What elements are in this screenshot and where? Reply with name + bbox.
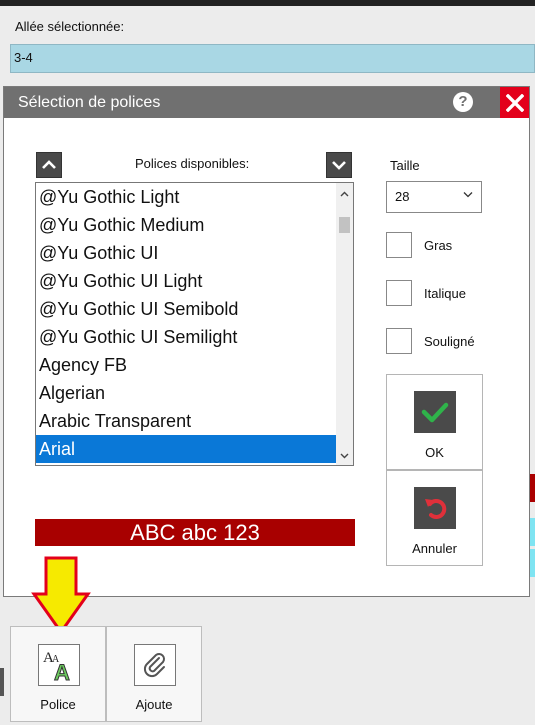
attach-button[interactable]: Ajoute bbox=[106, 626, 202, 722]
app-top-bar bbox=[0, 0, 535, 6]
font-list-scrollbar[interactable] bbox=[336, 183, 353, 465]
chevron-down-icon bbox=[340, 453, 349, 458]
help-icon[interactable]: ? bbox=[453, 92, 473, 112]
arrow-down-icon bbox=[31, 556, 91, 635]
font-list-items: @Yu Gothic Light @Yu Gothic Medium @Yu G… bbox=[36, 183, 336, 463]
paperclip-icon bbox=[134, 644, 176, 686]
font-list-item[interactable]: @Yu Gothic Light bbox=[36, 183, 336, 211]
font-list[interactable]: @Yu Gothic Light @Yu Gothic Medium @Yu G… bbox=[35, 182, 354, 466]
dialog-titlebar: Sélection de polices ? bbox=[4, 87, 529, 118]
cancel-button[interactable]: Annuler bbox=[386, 470, 483, 566]
scroll-up-button[interactable] bbox=[36, 152, 62, 178]
chevron-up-icon bbox=[340, 191, 349, 196]
close-icon bbox=[505, 93, 524, 112]
chevron-down-icon bbox=[463, 192, 473, 198]
aisle-field[interactable]: 3-4 bbox=[10, 44, 535, 73]
font-list-item[interactable]: @Yu Gothic UI Semilight bbox=[36, 323, 336, 351]
undo-icon bbox=[414, 487, 456, 529]
italic-checkbox[interactable] bbox=[386, 280, 412, 306]
ok-label: OK bbox=[425, 445, 444, 460]
scroll-down-button[interactable] bbox=[326, 152, 352, 178]
scrollbar-thumb[interactable] bbox=[339, 217, 350, 233]
font-list-item[interactable]: @Yu Gothic UI Light bbox=[36, 267, 336, 295]
underline-label: Souligné bbox=[424, 334, 475, 349]
aisle-label: Allée sélectionnée: bbox=[15, 19, 125, 34]
size-label: Taille bbox=[390, 158, 420, 173]
ok-button[interactable]: OK bbox=[386, 374, 483, 470]
font-list-item[interactable]: @Yu Gothic UI Semibold bbox=[36, 295, 336, 323]
italic-label: Italique bbox=[424, 286, 466, 301]
dialog-title: Sélection de polices bbox=[18, 94, 161, 111]
font-button-label: Police bbox=[40, 697, 76, 712]
font-size-icon: A A A bbox=[38, 644, 80, 686]
font-button[interactable]: A A A Police bbox=[10, 626, 106, 722]
scrollbar-up-arrow[interactable] bbox=[336, 185, 353, 202]
font-list-item[interactable]: @Yu Gothic Medium bbox=[36, 211, 336, 239]
bold-label: Gras bbox=[424, 238, 453, 253]
font-list-item[interactable]: Arabic Transparent bbox=[36, 407, 336, 435]
font-list-item[interactable]: Algerian bbox=[36, 379, 336, 407]
background-edge bbox=[0, 668, 4, 696]
attach-button-label: Ajoute bbox=[135, 697, 173, 712]
close-button[interactable] bbox=[500, 87, 529, 118]
chevron-up-icon bbox=[42, 160, 56, 169]
bold-checkbox[interactable] bbox=[386, 232, 412, 258]
size-value: 28 bbox=[395, 189, 410, 204]
scrollbar-down-arrow[interactable] bbox=[336, 447, 353, 464]
font-list-item[interactable]: @Yu Gothic UI bbox=[36, 239, 336, 267]
checkmark-icon bbox=[414, 391, 456, 433]
font-selection-dialog: Sélection de polices ? Polices disponibl… bbox=[3, 86, 530, 597]
svg-text:A: A bbox=[54, 660, 70, 684]
chevron-down-icon bbox=[332, 161, 346, 170]
font-preview: ABC abc 123 bbox=[35, 519, 355, 546]
fonts-available-label: Polices disponibles: bbox=[135, 156, 250, 171]
size-select[interactable]: 28 bbox=[386, 181, 482, 213]
underline-checkbox[interactable] bbox=[386, 328, 412, 354]
font-list-item-selected[interactable]: Arial bbox=[36, 435, 336, 463]
cancel-label: Annuler bbox=[412, 541, 457, 556]
font-list-item[interactable]: Agency FB bbox=[36, 351, 336, 379]
